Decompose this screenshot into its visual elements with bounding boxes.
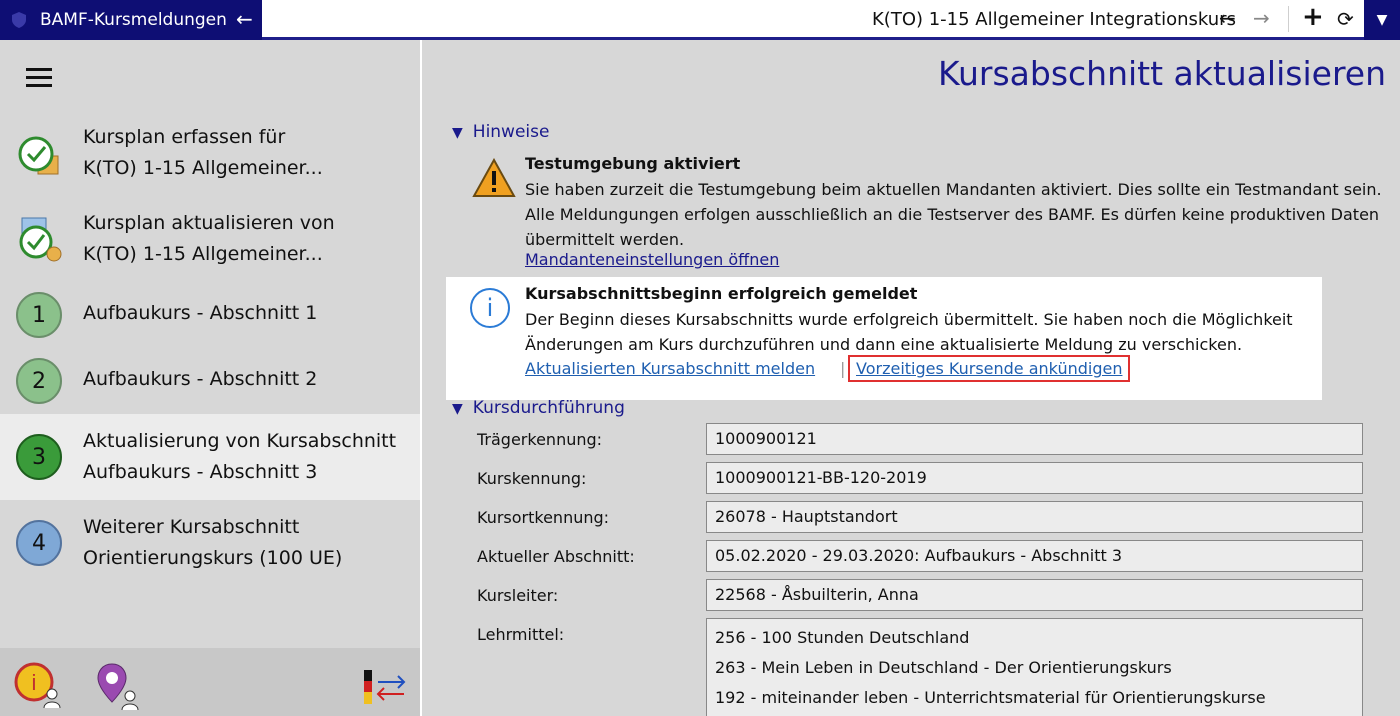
- list-item: 192 - miteinander leben - Unterrichtsmat…: [715, 688, 1266, 707]
- warning-title: Testumgebung aktiviert: [525, 154, 741, 173]
- sidebar-item-weiterer-abschnitt[interactable]: 4 Weiterer Kursabschnitt Orientierungsku…: [0, 500, 420, 586]
- sidebar-item-line2: K(TO) 1-15 Allgemeiner...: [83, 157, 323, 179]
- section-heading: Hinweise: [472, 122, 550, 142]
- sidebar-item-line2: K(TO) 1-15 Allgemeiner...: [83, 243, 323, 265]
- traegerkennung-field: 1000900121: [706, 423, 1363, 455]
- course-title: K(TO) 1-15 Allgemeiner Integrationskurs: [872, 9, 1236, 30]
- step-number-badge: 2: [16, 358, 62, 404]
- page-title: Kursabschnitt aktualisieren: [937, 54, 1386, 93]
- section-heading: Kursdurchführung: [472, 398, 625, 418]
- sidebar-item-abschnitt-2[interactable]: 2 Aufbaukurs - Abschnitt 2: [0, 348, 420, 414]
- field-label: Kursleiter:: [477, 586, 559, 605]
- field-label: Kursortkennung:: [477, 508, 610, 527]
- sidebar: Kursplan erfassen für K(TO) 1-15 Allgeme…: [0, 40, 420, 716]
- nav-back-icon[interactable]: ←: [1219, 6, 1236, 30]
- add-icon[interactable]: +: [1302, 2, 1324, 32]
- app-title: BAMF-Kursmeldungen: [40, 10, 227, 30]
- sidebar-item-line1: Kursplan aktualisieren von: [83, 212, 335, 234]
- sidebar-footer: i: [0, 648, 420, 716]
- vorzeitiges-kursende-link[interactable]: Vorzeitiges Kursende ankündigen: [848, 355, 1131, 382]
- sidebar-item-abschnitt-1[interactable]: 1 Aufbaukurs - Abschnitt 1: [0, 284, 420, 348]
- mandanteneinstellungen-link[interactable]: Mandanteneinstellungen öffnen: [525, 250, 779, 269]
- dropdown-menu-button[interactable]: ▼: [1364, 0, 1400, 40]
- nav-forward-icon[interactable]: →: [1253, 6, 1270, 30]
- info-users-icon[interactable]: i: [14, 662, 64, 710]
- link-separator: |: [840, 359, 846, 378]
- field-label: Kurskennung:: [477, 469, 587, 488]
- sidebar-item-label: Aufbaukurs - Abschnitt 1: [83, 302, 318, 324]
- list-item: 256 - 100 Stunden Deutschland: [715, 628, 970, 647]
- sidebar-item-line1: Aktualisierung von Kursabschnitt: [83, 430, 397, 452]
- location-users-icon[interactable]: [94, 662, 144, 712]
- shield-icon: [12, 12, 26, 28]
- sidebar-item-line1: Weiterer Kursabschnitt: [83, 516, 300, 538]
- step-number-badge: 4: [16, 520, 62, 566]
- aktualisierten-kursabschnitt-melden-link[interactable]: Aktualisierten Kursabschnitt melden: [525, 359, 815, 378]
- list-item: 263 - Mein Leben in Deutschland - Der Or…: [715, 658, 1172, 677]
- title-bar: BAMF-Kursmeldungen ← K(TO) 1-15 Allgemei…: [0, 0, 1400, 40]
- back-arrow-icon[interactable]: ←: [236, 7, 253, 31]
- sidebar-item-line2: Aufbaukurs - Abschnitt 3: [83, 461, 318, 483]
- info-text: Der Beginn dieses Kursabschnitts wurde e…: [525, 310, 1293, 354]
- warning-icon: [472, 158, 516, 197]
- sidebar-item-kursplan-aktualisieren[interactable]: Kursplan aktualisieren von K(TO) 1-15 Al…: [0, 198, 420, 284]
- field-label: Lehrmittel:: [477, 625, 565, 644]
- svg-text:i: i: [32, 670, 37, 695]
- step-number-badge: 3: [16, 434, 62, 480]
- section-kursdurchfuehrung-toggle[interactable]: ▼ Kursdurchführung: [452, 398, 625, 418]
- info-title: Kursabschnittsbeginn erfolgreich gemelde…: [525, 284, 918, 303]
- kursortkennung-field: 26078 - Hauptstandort: [706, 501, 1363, 533]
- kursleiter-field: 22568 - Åsbuilterin, Anna: [706, 579, 1363, 611]
- plan-update-icon: [19, 217, 62, 262]
- info-icon: i: [470, 288, 510, 328]
- language-switch-icon[interactable]: [364, 670, 408, 706]
- app-header: BAMF-Kursmeldungen ←: [0, 0, 262, 40]
- hamburger-menu-icon[interactable]: [26, 68, 52, 92]
- refresh-icon[interactable]: ⟳: [1337, 7, 1354, 31]
- sidebar-item-abschnitt-3[interactable]: 3 Aktualisierung von Kursabschnitt Aufba…: [0, 414, 420, 500]
- collapse-triangle-icon: ▼: [452, 125, 463, 141]
- sidebar-item-label: Aufbaukurs - Abschnitt 2: [83, 368, 318, 390]
- plan-check-icon: [18, 136, 59, 175]
- field-label: Trägerkennung:: [477, 430, 603, 449]
- kurskennung-field: 1000900121-BB-120-2019: [706, 462, 1363, 494]
- sidebar-item-line1: Kursplan erfassen für: [83, 126, 286, 148]
- step-number-badge: 1: [16, 292, 62, 338]
- section-hinweise-toggle[interactable]: ▼ Hinweise: [452, 122, 549, 142]
- field-label: Aktueller Abschnitt:: [477, 547, 635, 566]
- sidebar-item-kursplan-erfassen[interactable]: Kursplan erfassen für K(TO) 1-15 Allgeme…: [0, 112, 420, 198]
- main-content: Kursabschnitt aktualisieren ▼ Hinweise Te…: [422, 40, 1400, 716]
- toolbar-divider: [1288, 6, 1289, 32]
- warning-text: Sie haben zurzeit die Testumgebung beim …: [525, 180, 1382, 249]
- collapse-triangle-icon: ▼: [452, 401, 463, 417]
- aktueller-abschnitt-field: 05.02.2020 - 29.03.2020: Aufbaukurs - Ab…: [706, 540, 1363, 572]
- success-info-box: i Kursabschnittsbeginn erfolgreich gemel…: [446, 277, 1322, 400]
- lehrmittel-list: 256 - 100 Stunden Deutschland 263 - Mein…: [706, 618, 1363, 716]
- sidebar-item-line2: Orientierungskurs (100 UE): [83, 547, 343, 569]
